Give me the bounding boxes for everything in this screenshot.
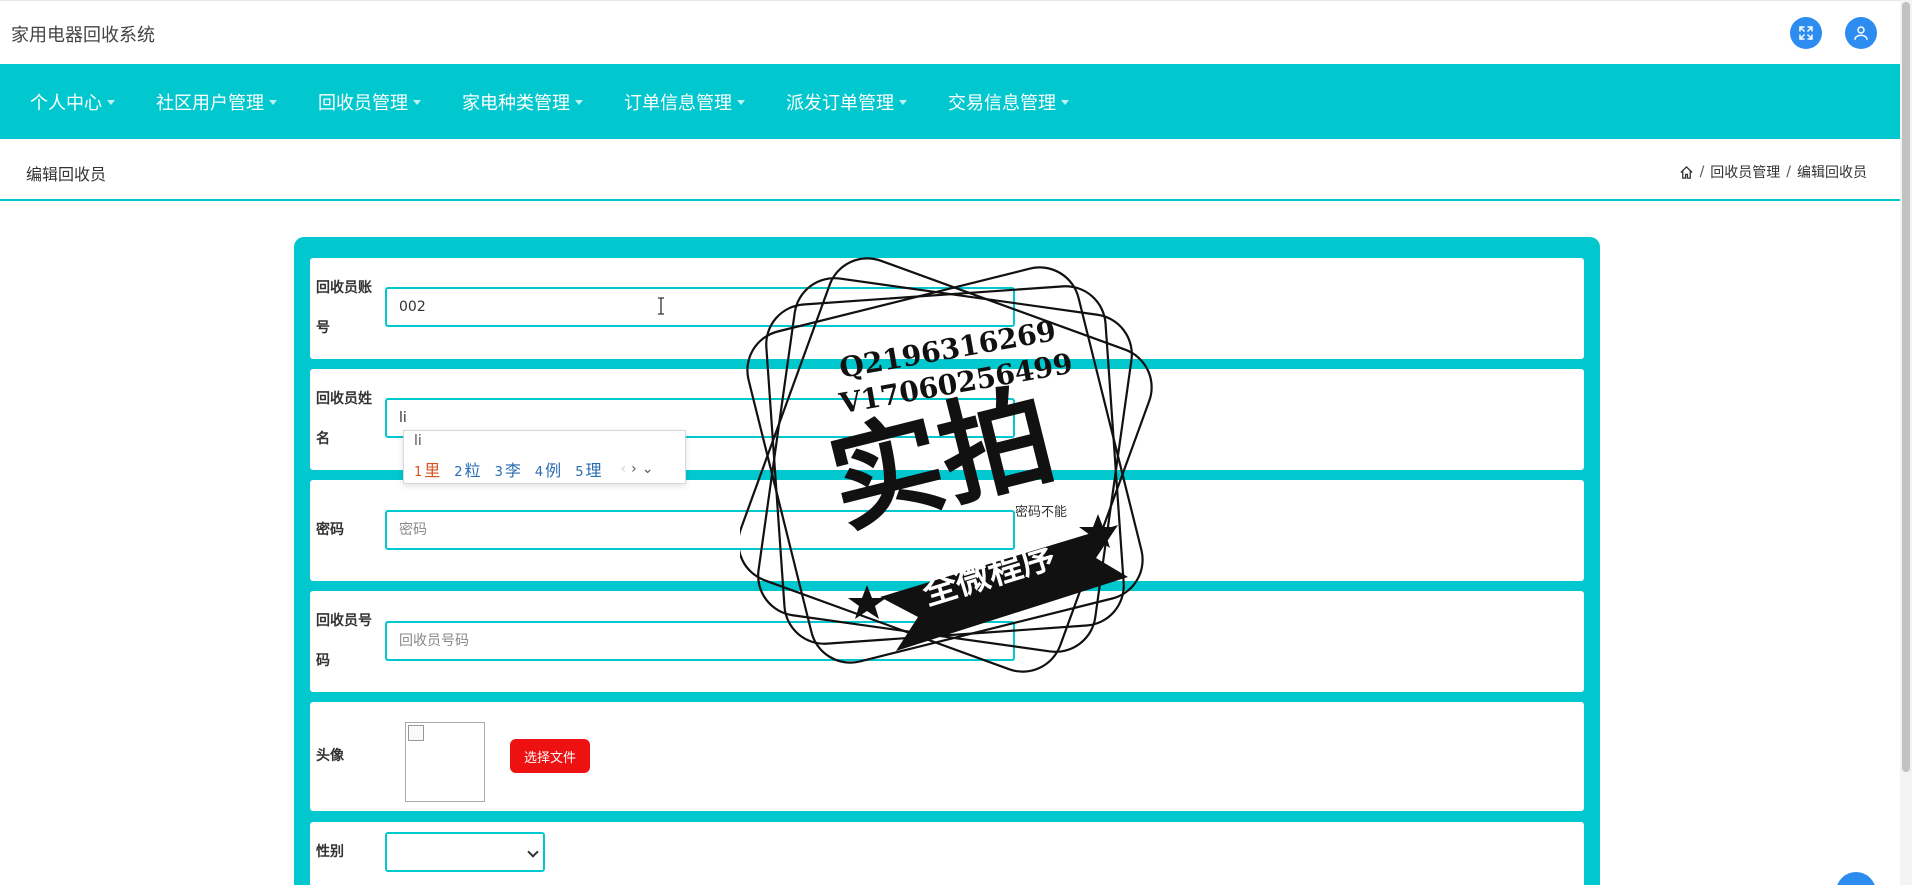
ime-candidate[interactable]: 2粒 — [454, 457, 480, 481]
user-profile-button[interactable] — [1845, 17, 1877, 49]
breadcrumb-current: 编辑回收员 — [1797, 165, 1867, 181]
caret-down-icon — [413, 100, 421, 105]
nav-item-community-users[interactable]: 社区用户管理 — [156, 89, 277, 115]
top-header: 家用电器回收系统 — [0, 0, 1900, 64]
caret-down-icon — [737, 100, 745, 105]
caret-down-icon — [269, 100, 277, 105]
text-cursor-icon — [658, 297, 664, 315]
ime-candidate-list: 1里 2粒 3李 4例 5理 ‹ › ⌄ — [414, 457, 653, 481]
nav-item-orders[interactable]: 订单信息管理 — [624, 89, 745, 115]
user-icon — [1854, 26, 1868, 40]
nav-item-recyclers[interactable]: 回收员管理 — [318, 89, 421, 115]
choose-file-button[interactable]: 选择文件 — [510, 739, 590, 773]
ime-composition: li — [414, 433, 422, 449]
chevron-down-icon — [527, 846, 539, 858]
watermark-stamp: Q2196316269 V17060256499 实拍 全微程序 — [740, 255, 1170, 675]
page-heading-bar: 编辑回收员 / 回收员管理 / 编辑回收员 — [0, 139, 1900, 201]
password-label: 密码 — [316, 522, 344, 538]
caret-down-icon — [575, 100, 583, 105]
nav-item-transactions[interactable]: 交易信息管理 — [948, 89, 1069, 115]
breadcrumb-recyclers[interactable]: 回收员管理 — [1710, 162, 1780, 182]
broken-image-icon — [408, 725, 424, 741]
account-label: 回收员账号 — [316, 280, 372, 336]
fullscreen-button[interactable] — [1790, 17, 1822, 49]
ime-candidate[interactable]: 4例 — [535, 457, 561, 481]
scrollbar-thumb[interactable] — [1902, 2, 1910, 772]
ime-candidate-popup: li 1里 2粒 3李 4例 5理 ‹ › ⌄ — [403, 430, 686, 484]
chevron-left-icon[interactable]: ‹ — [620, 461, 626, 477]
gender-select[interactable] — [385, 832, 545, 872]
avatar-label: 头像 — [316, 748, 344, 764]
expand-arrows-icon — [1799, 26, 1813, 40]
caret-down-icon — [107, 100, 115, 105]
ime-candidate[interactable]: 3李 — [495, 457, 521, 481]
page-scrollbar[interactable] — [1900, 0, 1912, 885]
caret-down-icon — [899, 100, 907, 105]
breadcrumb-separator: / — [1699, 164, 1705, 180]
phone-label: 回收员号码 — [316, 613, 372, 669]
form-row-gender: 性别 — [310, 822, 1584, 885]
nav-item-appliance-types[interactable]: 家电种类管理 — [462, 89, 583, 115]
page-title: 编辑回收员 — [26, 165, 107, 184]
chevron-right-icon[interactable]: › — [631, 461, 637, 477]
nav-item-personal-center[interactable]: 个人中心 — [30, 89, 115, 115]
home-icon[interactable] — [1679, 165, 1694, 180]
avatar-preview — [405, 722, 485, 802]
ime-candidate[interactable]: 1里 — [414, 457, 440, 481]
chevron-down-icon[interactable]: ⌄ — [642, 461, 654, 477]
form-row-avatar: 头像 选择文件 — [310, 702, 1584, 811]
ime-candidate[interactable]: 5理 — [575, 457, 601, 481]
gender-label: 性别 — [316, 844, 344, 860]
name-label: 回收员姓名 — [316, 391, 372, 447]
caret-down-icon — [1061, 100, 1069, 105]
nav-item-dispatch-orders[interactable]: 派发订单管理 — [786, 89, 907, 115]
breadcrumb: / 回收员管理 / 编辑回收员 — [1679, 162, 1867, 182]
breadcrumb-separator: / — [1786, 164, 1791, 180]
floating-action-button[interactable] — [1836, 872, 1876, 885]
app-title: 家用电器回收系统 — [11, 25, 155, 46]
main-nav: 个人中心 社区用户管理 回收员管理 家电种类管理 订单信息管理 派发订单管理 交… — [0, 64, 1900, 139]
